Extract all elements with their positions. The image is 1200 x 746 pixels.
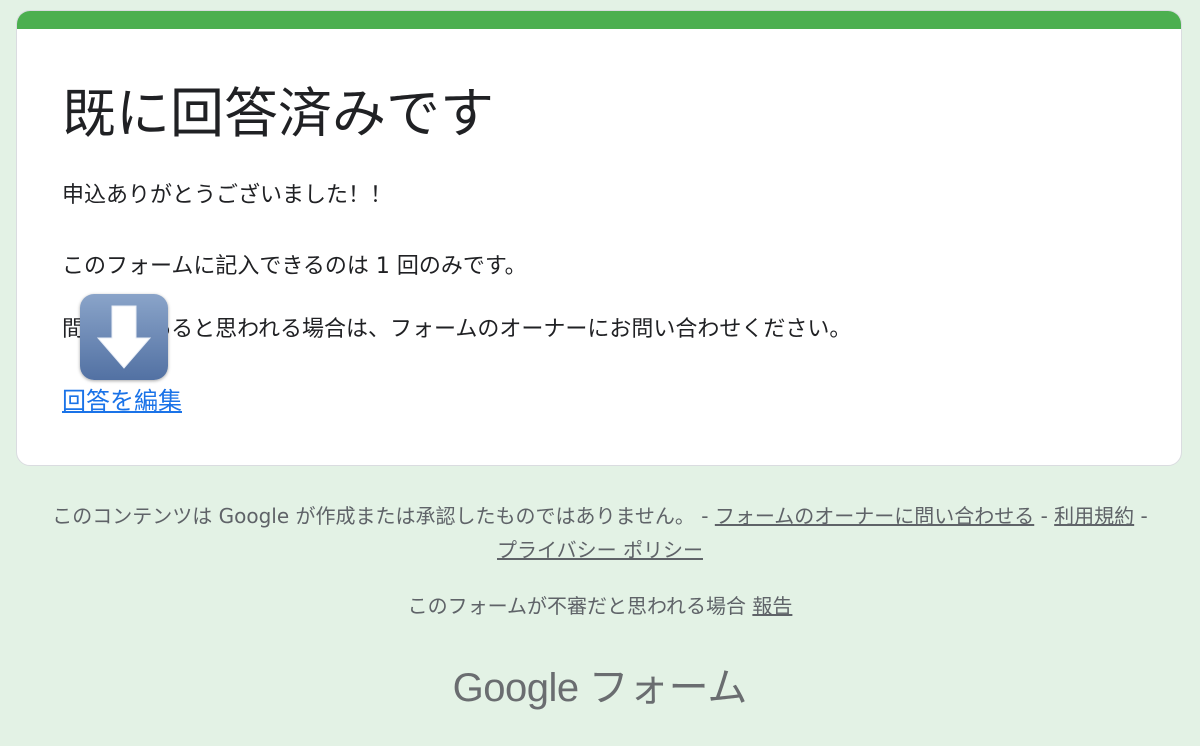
report-text: このフォームが不審だと思われる場合 [407, 594, 753, 618]
page: 既に回答済みです 申込ありがとうございました！！ このフォームに記入できるのは … [0, 0, 1200, 746]
contact-owner-link[interactable]: フォームのオーナーに問い合わせる [715, 504, 1034, 528]
report-link[interactable]: 報告 [752, 594, 792, 618]
terms-link[interactable]: 利用規約 [1054, 504, 1134, 528]
footer-disclaimer: このコンテンツは Google が作成または承認したものではありません。 - フ… [40, 499, 1160, 567]
disclaimer-text: このコンテンツは Google が作成または承認したものではありません。 - [52, 504, 715, 528]
google-forms-logo: Google フォーム [0, 660, 1200, 716]
privacy-policy-link[interactable]: プライバシー ポリシー [497, 538, 703, 562]
card-accent-bar [17, 11, 1181, 29]
footer-separator: - [1034, 504, 1055, 528]
footer-report: このフォームが不審だと思われる場合 報告 [40, 589, 1160, 623]
edit-response-link[interactable]: 回答を編集 [62, 385, 182, 417]
contact-owner-message: 間違いであると思われる場合は、フォームのオーナーにお問い合わせください。 [62, 317, 852, 342]
response-card: 既に回答済みです 申込ありがとうございました！！ このフォームに記入できるのは … [16, 10, 1182, 466]
thank-you-message: 申込ありがとうございました！！ [62, 183, 393, 208]
brand-google: Google [452, 666, 579, 710]
footer-separator: - [1134, 504, 1148, 528]
single-submission-message: このフォームに記入できるのは 1 回のみです。 [62, 254, 527, 279]
page-title: 既に回答済みです [62, 82, 494, 145]
down-arrow-icon [80, 294, 168, 380]
brand-product: フォーム [588, 665, 748, 711]
